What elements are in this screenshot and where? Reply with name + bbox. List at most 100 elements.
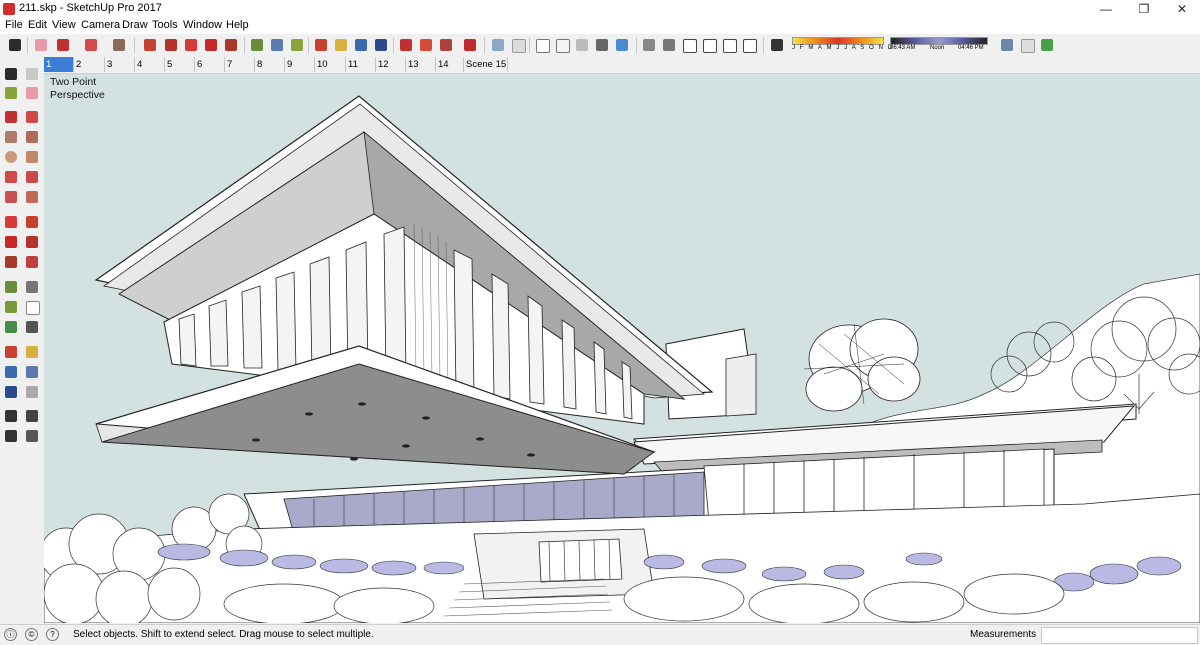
select-icon[interactable] [6, 36, 24, 54]
right-view-icon[interactable] [700, 36, 718, 54]
sync-icon[interactable] [998, 36, 1016, 54]
pan-icon[interactable] [332, 36, 350, 54]
maximize-icon[interactable]: ❐ [1126, 0, 1162, 18]
scale-tool-icon[interactable] [3, 254, 19, 270]
scene-tab-10[interactable]: 10 [315, 57, 346, 72]
freehand-tool-icon[interactable] [24, 109, 40, 125]
menu-view[interactable]: View [52, 19, 76, 31]
shadows-icon[interactable] [768, 36, 786, 54]
arc-icon[interactable] [82, 36, 100, 54]
axes-tool-icon[interactable] [3, 319, 19, 335]
menu-draw[interactable]: Draw [122, 19, 148, 31]
zoom-extents-icon[interactable] [372, 36, 390, 54]
orbit-icon[interactable] [312, 36, 330, 54]
scene-tab-11[interactable]: 11 [346, 57, 376, 72]
look-around-icon[interactable] [24, 408, 40, 424]
menu-help[interactable]: Help [226, 19, 249, 31]
scene-tab-3[interactable]: 3 [105, 57, 135, 72]
top-view-icon[interactable] [660, 36, 678, 54]
move-tool-icon[interactable] [3, 214, 19, 230]
paint-icon[interactable] [288, 36, 306, 54]
rotated-rect-icon[interactable] [24, 129, 40, 145]
menu-window[interactable]: Window [183, 19, 222, 31]
rotate-icon[interactable] [202, 36, 220, 54]
close-icon[interactable]: ✕ [1164, 0, 1200, 18]
scene-tab-7[interactable]: 7 [225, 57, 255, 72]
three-point-arc-icon[interactable] [3, 189, 19, 205]
rectangle-tool-icon[interactable] [3, 129, 19, 145]
shaded-texture-icon[interactable] [593, 36, 611, 54]
zoom-window-icon[interactable] [24, 364, 40, 380]
paint-bucket-icon[interactable] [110, 36, 128, 54]
position-camera-icon[interactable] [3, 408, 19, 424]
scene-tab-2[interactable]: 2 [74, 57, 105, 72]
scene-tab-5[interactable]: 5 [165, 57, 195, 72]
pan-tool-icon[interactable] [24, 344, 40, 360]
zoom-extents-tool-icon[interactable] [3, 384, 19, 400]
shaded-icon[interactable] [573, 36, 591, 54]
text-tool-icon[interactable] [24, 299, 40, 315]
scene-tab-12[interactable]: 12 [376, 57, 406, 72]
scene-tab-9[interactable]: 9 [285, 57, 315, 72]
arc-tool-icon[interactable] [3, 169, 19, 185]
scene-tab-6[interactable]: 6 [195, 57, 225, 72]
two-point-arc-icon[interactable] [24, 189, 40, 205]
menu-edit[interactable]: Edit [28, 19, 47, 31]
component-icon[interactable] [397, 36, 415, 54]
menu-tools[interactable]: Tools [152, 19, 178, 31]
line-tool-icon[interactable] [3, 109, 19, 125]
text-icon[interactable] [268, 36, 286, 54]
orbit-tool-icon[interactable] [3, 344, 19, 360]
scene-tab-15[interactable]: Scene 15 [464, 57, 508, 72]
front-view-icon[interactable] [680, 36, 698, 54]
paint-tool-icon[interactable] [3, 85, 19, 101]
left-view-icon[interactable] [740, 36, 758, 54]
warehouse-icon[interactable] [417, 36, 435, 54]
offset-tool-icon[interactable] [24, 254, 40, 270]
circle-tool-icon[interactable] [3, 149, 19, 165]
pencil-icon[interactable] [54, 36, 72, 54]
tape-measure-icon[interactable] [248, 36, 266, 54]
minimize-icon[interactable]: — [1088, 0, 1124, 18]
eraser-tool-icon[interactable] [24, 85, 40, 101]
back-view-icon[interactable] [720, 36, 738, 54]
credits-icon[interactable]: © [25, 628, 38, 641]
send-icon[interactable] [1038, 36, 1056, 54]
dimension-tool-icon[interactable] [24, 279, 40, 295]
pie-tool-icon[interactable] [24, 169, 40, 185]
walk-icon[interactable] [3, 428, 19, 444]
iso-view-icon[interactable] [640, 36, 658, 54]
rotate-tool-icon[interactable] [3, 234, 19, 250]
scene-tab-14[interactable]: 14 [436, 57, 464, 72]
scene-tab-8[interactable]: 8 [255, 57, 285, 72]
component-tool-icon[interactable] [24, 66, 40, 82]
scene-tab-1[interactable]: 1 [44, 57, 74, 72]
tape-tool-icon[interactable] [3, 279, 19, 295]
hidden-line-icon[interactable] [553, 36, 571, 54]
month-slider[interactable]: J F M A M J J A S O N D [792, 37, 892, 53]
menu-camera[interactable]: Camera [81, 19, 120, 31]
section-plane-icon[interactable] [24, 428, 40, 444]
eraser-icon[interactable] [32, 36, 50, 54]
push-pull-tool-icon[interactable] [24, 214, 40, 230]
help-icon[interactable]: ? [46, 628, 59, 641]
move-icon[interactable] [182, 36, 200, 54]
scene-tab-4[interactable]: 4 [135, 57, 165, 72]
measurements-input[interactable] [1041, 627, 1198, 644]
previous-icon[interactable] [24, 384, 40, 400]
fog-icon[interactable] [1018, 36, 1036, 54]
time-slider[interactable] [890, 37, 988, 45]
zoom-tool-icon[interactable] [3, 364, 19, 380]
extension-icon[interactable] [437, 36, 455, 54]
select-tool-icon[interactable] [3, 66, 19, 82]
menu-file[interactable]: File [5, 19, 23, 31]
scene-tab-13[interactable]: 13 [406, 57, 436, 72]
follow-me-icon[interactable] [162, 36, 180, 54]
model-viewport[interactable]: Two Point Perspective [44, 74, 1200, 623]
back-edges-icon[interactable] [509, 36, 527, 54]
wireframe-icon[interactable] [533, 36, 551, 54]
push-pull-icon[interactable] [141, 36, 159, 54]
geo-location-icon[interactable]: ⓘ [4, 628, 17, 641]
monochrome-icon[interactable] [613, 36, 631, 54]
zoom-icon[interactable] [352, 36, 370, 54]
